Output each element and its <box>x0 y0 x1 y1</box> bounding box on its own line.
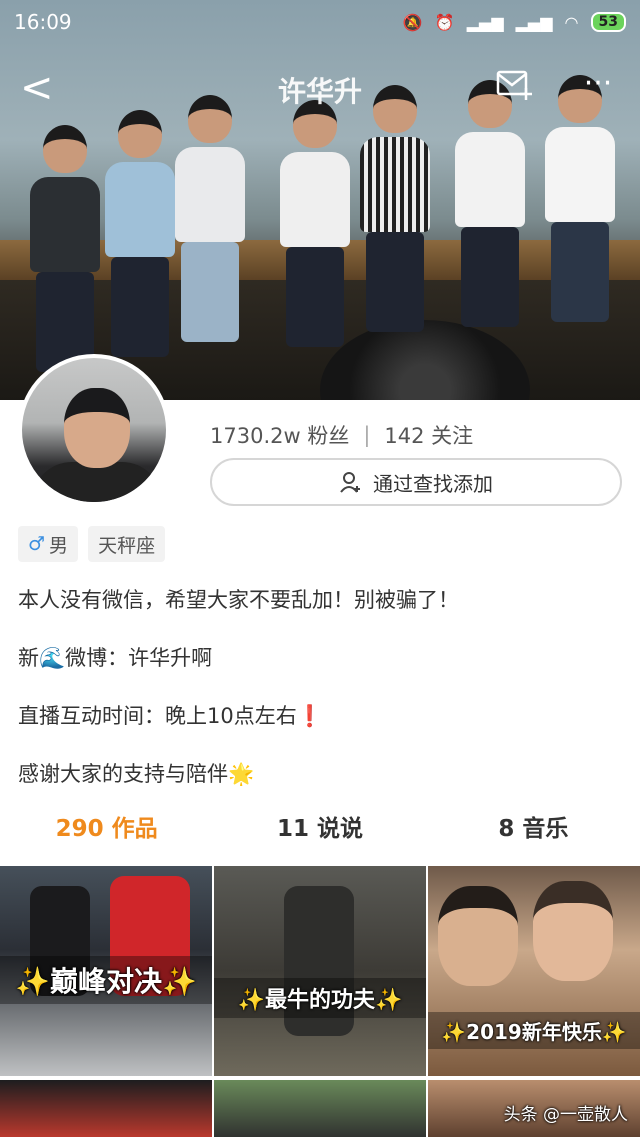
zodiac-tag: 天秤座 <box>88 526 166 562</box>
video-thumbnail[interactable]: ✨最牛的功夫✨ <box>214 866 426 1076</box>
tab-music[interactable]: 8 音乐 <box>427 806 640 852</box>
bio-line: 直播互动时间：晚上10点左右❗ <box>18 704 323 728</box>
bio-line: 新🌊微博：许华升啊 <box>18 646 213 670</box>
video-thumbnail[interactable]: ✨巅峰对决✨ <box>0 866 212 1076</box>
avatar-head <box>64 388 130 468</box>
male-icon: ♂ <box>28 533 46 555</box>
tab-works[interactable]: 290 作品 <box>0 806 213 852</box>
following-count[interactable]: 142 关注 <box>384 420 473 450</box>
video-caption: ✨2019新年快乐✨ <box>428 1012 640 1049</box>
mute-icon: 🔕 <box>402 12 423 32</box>
cover-person <box>280 100 350 350</box>
fans-count[interactable]: 1730.2w 粉丝 <box>210 420 349 450</box>
bio-line: 感谢大家的支持与陪伴🌟 <box>18 762 255 786</box>
signal-icon-2: ▂▄▆ <box>515 12 553 32</box>
content-tabs: 290 作品 11 说说 8 音乐 <box>0 806 640 852</box>
works-grid: ✨巅峰对决✨ ✨最牛的功夫✨ ✨2019新年快乐✨ 头条 @一壶散人 <box>0 866 640 1137</box>
stats-separator: | <box>363 423 371 447</box>
video-caption: ✨巅峰对决✨ <box>0 956 212 1004</box>
watermark: 头条 @一壶散人 <box>503 1105 628 1125</box>
signal-icon: ▂▄▆ <box>466 12 504 32</box>
video-thumbnail[interactable]: ✨2019新年快乐✨ <box>428 866 640 1076</box>
message-icon[interactable] <box>496 68 534 100</box>
find-add-label: 通过查找添加 <box>373 471 493 496</box>
add-user-icon <box>340 472 360 493</box>
status-bar: 16:09 🔕 ⏰ ▂▄▆ ▂▄▆ ◠ 53 <box>0 0 640 44</box>
video-caption: ✨最牛的功夫✨ <box>214 978 426 1018</box>
status-icons: 🔕 ⏰ ▂▄▆ ▂▄▆ ◠ 53 <box>403 12 626 32</box>
nav-bar: < 许华升 ··· <box>0 58 640 118</box>
battery-icon: 53 <box>590 12 626 32</box>
cover-person <box>175 95 245 345</box>
alarm-icon: ⏰ <box>434 12 455 32</box>
cover-person <box>30 125 100 375</box>
gender-label: 男 <box>49 534 69 557</box>
more-icon[interactable]: ··· <box>578 66 618 106</box>
gender-tag: ♂ 男 <box>18 526 79 562</box>
video-thumbnail[interactable] <box>0 1080 212 1137</box>
avatar[interactable] <box>18 354 170 506</box>
video-thumbnail[interactable] <box>214 1080 426 1137</box>
tab-posts[interactable]: 11 说说 <box>213 806 426 852</box>
profile-tags: ♂ 男 天秤座 <box>18 526 166 562</box>
wifi-icon: ◠ <box>564 12 579 32</box>
cover-person <box>360 85 430 335</box>
page-title: 许华升 <box>277 75 362 108</box>
cover-person <box>105 110 175 360</box>
find-add-button[interactable]: 通过查找添加 <box>210 458 622 506</box>
avatar-body <box>32 462 162 502</box>
profile-stats: 1730.2w 粉丝 | 142 关注 <box>210 420 473 450</box>
status-time: 16:09 <box>14 10 72 34</box>
bio-line: 本人没有微信，希望大家不要乱加！别被骗了！ <box>18 588 459 612</box>
zodiac-label: 天秤座 <box>98 534 156 557</box>
